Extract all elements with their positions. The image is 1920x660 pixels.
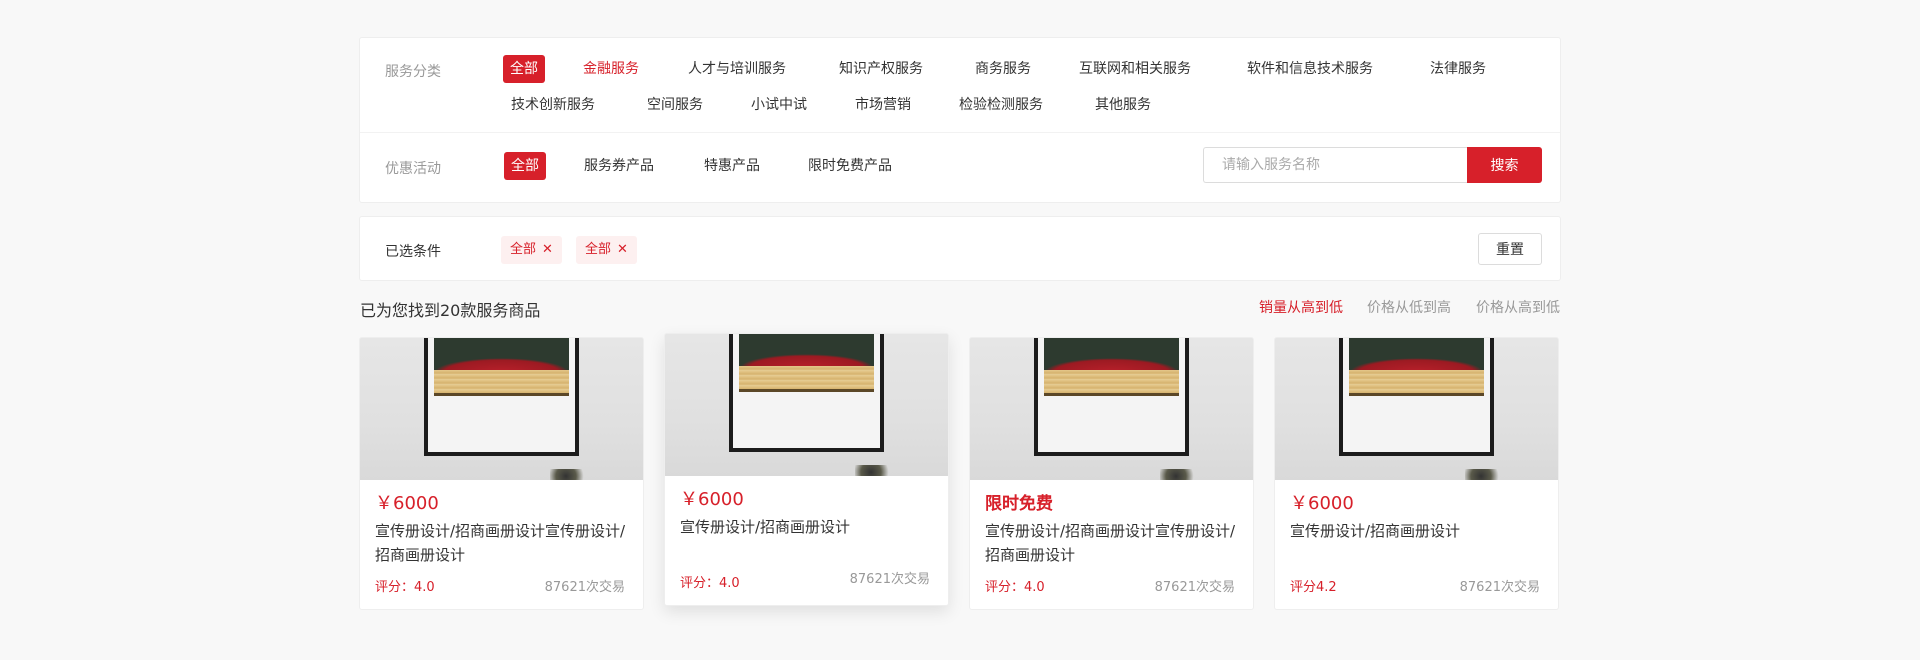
product-price: ￥6000: [375, 493, 439, 514]
category-label: 服务分类: [385, 64, 441, 80]
product-image: [970, 338, 1253, 480]
product-title: 宣传册设计/招商画册设计宣传册设计/招商画册设计: [985, 522, 1236, 564]
category-chip-business[interactable]: 商务服务: [975, 55, 1031, 83]
promo-label: 优惠活动: [385, 161, 441, 177]
promo-chip-all[interactable]: 全部: [504, 152, 546, 180]
selected-conditions-label: 已选条件: [385, 244, 441, 260]
product-deal-count: 87621次交易: [544, 580, 625, 595]
sort-price-desc[interactable]: 价格从高到低: [1476, 297, 1560, 317]
product-card[interactable]: ￥6000 宣传册设计/招商画册设计 评分4.2 87621次交易: [1274, 337, 1559, 610]
category-chip-all[interactable]: 全部: [503, 55, 545, 83]
product-card[interactable]: 限时免费 宣传册设计/招商画册设计宣传册设计/招商画册设计 评分：4.0 876…: [969, 337, 1254, 610]
result-count: 已为您找到20款服务商品: [360, 301, 541, 320]
category-chip-other[interactable]: 其他服务: [1095, 91, 1151, 119]
category-chip-software[interactable]: 软件和信息技术服务: [1247, 55, 1373, 83]
selected-tag-label: 全部: [510, 242, 537, 257]
category-chip-tech-innovation[interactable]: 技术创新服务: [511, 91, 595, 119]
product-title: 宣传册设计/招商画册设计: [1290, 522, 1461, 540]
promo-chip-free[interactable]: 限时免费产品: [808, 152, 892, 180]
product-image: [1275, 338, 1558, 480]
product-rating: 评分：4.0: [985, 580, 1045, 595]
search-input[interactable]: [1203, 147, 1467, 183]
promo-chip-special[interactable]: 特惠产品: [704, 152, 760, 180]
category-chip-ip[interactable]: 知识产权服务: [839, 55, 923, 83]
close-icon[interactable]: ✕: [542, 242, 553, 257]
product-card[interactable]: ￥6000 宣传册设计/招商画册设计 评分：4.0 87621次交易: [664, 333, 949, 606]
category-chip-pilot[interactable]: 小试中试: [751, 91, 807, 119]
product-card[interactable]: ￥6000 宣传册设计/招商画册设计宣传册设计/招商画册设计 评分：4.0 87…: [359, 337, 644, 610]
product-title: 宣传册设计/招商画册设计宣传册设计/招商画册设计: [375, 522, 626, 564]
promo-chip-voucher[interactable]: 服务券产品: [584, 152, 654, 180]
category-chip-legal[interactable]: 法律服务: [1430, 55, 1486, 83]
category-chip-testing[interactable]: 检验检测服务: [959, 91, 1043, 119]
selected-tag[interactable]: 全部 ✕: [501, 236, 562, 264]
close-icon[interactable]: ✕: [617, 242, 628, 257]
selected-conditions-panel: 已选条件 全部 ✕ 全部 ✕ 重置: [359, 216, 1561, 281]
category-chip-marketing[interactable]: 市场营销: [855, 91, 911, 119]
result-bar: 已为您找到20款服务商品 销量从高到低 价格从低到高 价格从高到低: [359, 281, 1561, 323]
product-image: [360, 338, 643, 480]
product-deal-count: 87621次交易: [1154, 580, 1235, 595]
product-image: [665, 334, 948, 476]
category-chip-internet[interactable]: 互联网和相关服务: [1079, 55, 1191, 83]
filter-divider: [360, 132, 1560, 133]
selected-tag[interactable]: 全部 ✕: [576, 236, 637, 264]
category-chip-finance[interactable]: 金融服务: [583, 55, 639, 83]
product-title: 宣传册设计/招商画册设计: [680, 518, 851, 536]
product-deal-count: 87621次交易: [849, 572, 930, 587]
selected-tag-label: 全部: [585, 242, 612, 257]
service-market: 服务分类 全部 金融服务 人才与培训服务 知识产权服务 商务服务 互联网和相关服…: [359, 37, 1561, 610]
product-rating: 评分4.2: [1290, 580, 1337, 595]
search-button[interactable]: 搜索: [1467, 147, 1542, 183]
category-chip-talent[interactable]: 人才与培训服务: [688, 55, 786, 83]
product-deal-count: 87621次交易: [1459, 580, 1540, 595]
product-price: ￥6000: [680, 489, 744, 510]
product-price: ￥6000: [1290, 493, 1354, 514]
category-chip-space[interactable]: 空间服务: [647, 91, 703, 119]
reset-button[interactable]: 重置: [1478, 233, 1542, 265]
product-price: 限时免费: [985, 494, 1053, 514]
filter-panel: 服务分类 全部 金融服务 人才与培训服务 知识产权服务 商务服务 互联网和相关服…: [359, 37, 1561, 203]
sort-sales-desc[interactable]: 销量从高到低: [1259, 297, 1343, 317]
product-rating: 评分：4.0: [680, 576, 740, 591]
sort-price-asc[interactable]: 价格从低到高: [1367, 297, 1451, 317]
product-rating: 评分：4.0: [375, 580, 435, 595]
